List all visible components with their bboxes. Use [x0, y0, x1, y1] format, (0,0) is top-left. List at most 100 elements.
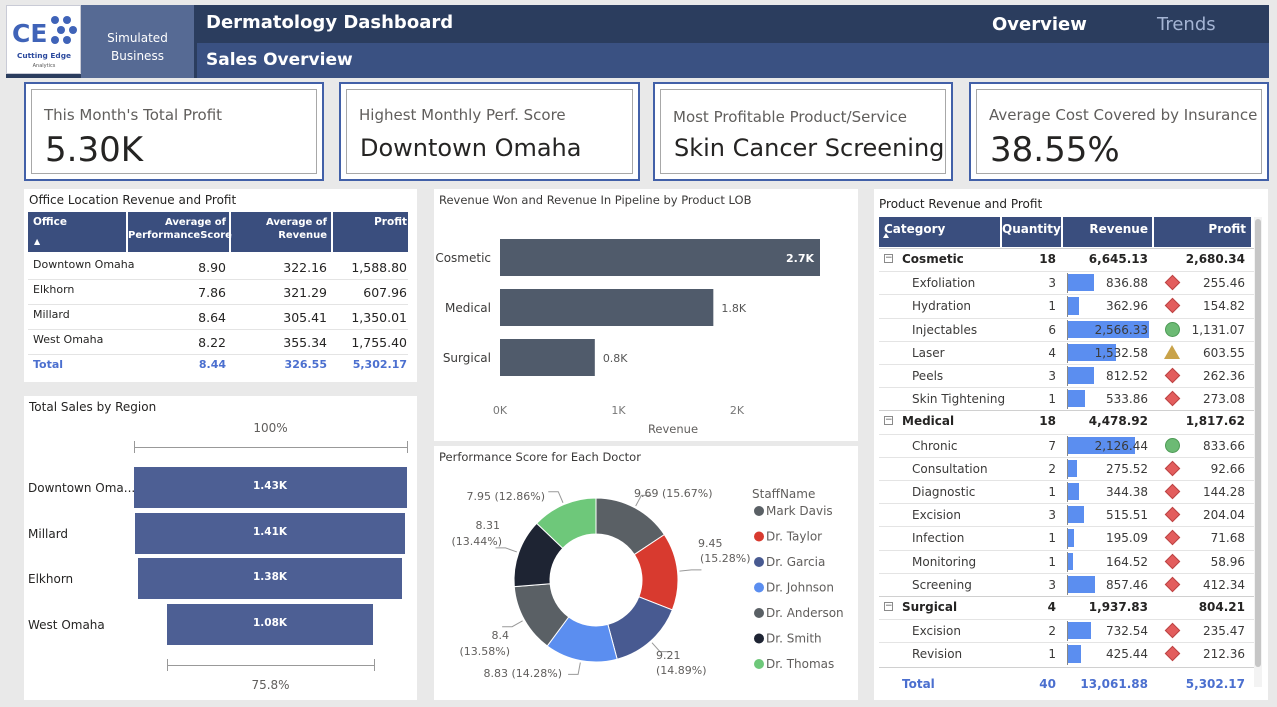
group-name[interactable]: Cosmetic [902, 252, 964, 266]
legend-marker[interactable] [754, 557, 764, 567]
slice-data-label: 8.83 (14.28%) [483, 667, 562, 680]
product-quantity: 1 [1048, 647, 1056, 662]
product-profit: 603.55 [1203, 345, 1245, 360]
legend-marker[interactable] [754, 608, 764, 618]
revenue-bar[interactable] [500, 289, 714, 326]
product-name[interactable]: Monitoring [912, 555, 976, 569]
row-divider [879, 549, 1254, 551]
product-name[interactable]: Peels [912, 369, 943, 383]
funnel-bar[interactable]: 1.38K [138, 558, 402, 599]
funnel-bar[interactable]: 1.08K [166, 604, 374, 645]
legend-item[interactable]: Dr. Garcia [766, 555, 825, 569]
simulated-line-1: Simulated [107, 31, 168, 45]
svg-text:CE: CE [12, 19, 47, 48]
leader-line [502, 620, 523, 628]
x-axis-title: Revenue [648, 422, 698, 436]
funnel-bar-label: 1.08K [252, 617, 288, 629]
office-name[interactable]: Downtown Omaha [33, 258, 135, 271]
legend-marker[interactable] [754, 659, 764, 669]
office-name[interactable]: Elkhorn [33, 283, 74, 296]
status-diamond-icon [1164, 646, 1181, 662]
product-name[interactable]: Revision [912, 647, 962, 661]
product-name[interactable]: Hydration [912, 299, 971, 313]
product-name[interactable]: Infection [912, 531, 964, 545]
collapse-icon[interactable]: − [884, 602, 893, 611]
product-name[interactable]: Excision [912, 508, 961, 522]
row-divider [879, 642, 1254, 644]
product-name[interactable]: Consultation [912, 462, 988, 476]
legend-item[interactable]: Dr. Smith [766, 632, 822, 646]
product-profit: 262.36 [1203, 369, 1245, 383]
revenue-bar[interactable] [500, 239, 820, 276]
region-funnel-panel: Total Sales by Region 100% Downtown Oma.… [24, 396, 417, 700]
office-name[interactable]: Millard [33, 308, 70, 321]
legend-item[interactable]: Mark Davis [766, 504, 833, 518]
kpi-card-highest-score[interactable]: Highest Monthly Perf. Score Downtown Oma… [339, 82, 640, 181]
office-name[interactable]: West Omaha [33, 333, 103, 346]
col-header-profit[interactable]: Profit [334, 216, 407, 228]
kpi-value: Downtown Omaha [360, 134, 582, 162]
product-name[interactable]: Diagnostic [912, 485, 975, 499]
product-name[interactable]: Chronic [912, 439, 958, 453]
product-quantity: 1 [1048, 299, 1056, 314]
revenue-bar[interactable] [500, 339, 595, 376]
legend-item[interactable]: Dr. Anderson [766, 606, 844, 620]
logo-graphic: CE Cutting Edge Analytics [12, 16, 77, 69]
collapse-icon[interactable]: − [884, 254, 893, 263]
col-header-revenue[interactable]: Average of Revenue [236, 216, 327, 242]
group-quantity: 18 [1039, 252, 1056, 266]
nav-trends-button[interactable]: Trends [1157, 14, 1216, 35]
product-name[interactable]: Injectables [912, 323, 977, 337]
product-name[interactable]: Skin Tightening [912, 392, 1005, 406]
col-header-quantity[interactable]: Quantity [1002, 222, 1061, 236]
office-performance: 8.90 [198, 260, 226, 275]
funnel-bar[interactable]: 1.43K [133, 467, 407, 508]
funnel-bottom-bracket-right [374, 659, 375, 671]
legend-item[interactable]: Dr. Taylor [766, 530, 822, 544]
legend-marker[interactable] [754, 506, 764, 516]
collapse-icon[interactable]: − [884, 416, 893, 426]
col-header-performance[interactable]: Average of PerformanceScore [128, 216, 232, 242]
funnel-bar-label: 1.43K [252, 480, 288, 492]
legend-item[interactable]: Dr. Thomas [766, 657, 834, 671]
legend-item[interactable]: Dr. Johnson [766, 581, 834, 595]
kpi-card-most-profitable[interactable]: Most Profitable Product/Service Skin Can… [653, 82, 953, 181]
product-revenue: 732.54 [1106, 624, 1148, 639]
sort-ascending-icon[interactable] [883, 233, 889, 238]
status-diamond-icon [1164, 367, 1181, 384]
product-name[interactable]: Screening [912, 578, 972, 592]
product-profit: 144.28 [1203, 485, 1245, 499]
sort-ascending-icon[interactable]: ▲ [34, 237, 40, 246]
product-revenue: 1,532.58 [1094, 345, 1148, 360]
legend-marker[interactable] [754, 633, 764, 644]
group-name[interactable]: Medical [902, 414, 954, 428]
status-diamond-icon [1164, 506, 1181, 523]
col-header-profit[interactable]: Profit [1155, 222, 1246, 236]
slice-data-label: (14.89%) [656, 664, 707, 677]
group-name[interactable]: Surgical [902, 600, 957, 614]
legend-marker[interactable] [754, 531, 764, 542]
slice-data-label: 8.31 [476, 519, 501, 532]
kpi-card-total-profit[interactable]: This Month's Total Profit 5.30K [24, 82, 324, 181]
slice-data-label: 7.95 (12.86%) [466, 490, 545, 503]
product-name[interactable]: Laser [912, 346, 945, 360]
product-name[interactable]: Excision [912, 624, 961, 638]
col-header-office[interactable]: Office [33, 216, 67, 228]
slice-data-label: 9.69 (15.67%) [634, 487, 713, 500]
simulated-business-label: Simulated Business [81, 29, 194, 65]
product-profit: 235.47 [1203, 624, 1245, 639]
x-tick-label: 0K [493, 404, 508, 417]
col-header-revenue[interactable]: Revenue [1064, 222, 1148, 236]
product-revenue: 195.09 [1106, 531, 1148, 546]
row-divider [28, 329, 408, 330]
logo-text: Cutting Edge [17, 51, 71, 60]
funnel-bar[interactable]: 1.41K [135, 513, 405, 554]
total-label: Total [902, 677, 935, 691]
funnel-region-label: Elkhorn [28, 572, 74, 586]
nav-overview-button[interactable]: Overview [992, 14, 1087, 35]
col-header-category[interactable]: Category [884, 222, 945, 236]
scrollbar-thumb[interactable] [1255, 219, 1261, 667]
kpi-card-insurance[interactable]: Average Cost Covered by Insurance 38.55% [969, 82, 1269, 181]
product-name[interactable]: Exfoliation [912, 276, 975, 290]
legend-marker[interactable] [754, 582, 764, 593]
